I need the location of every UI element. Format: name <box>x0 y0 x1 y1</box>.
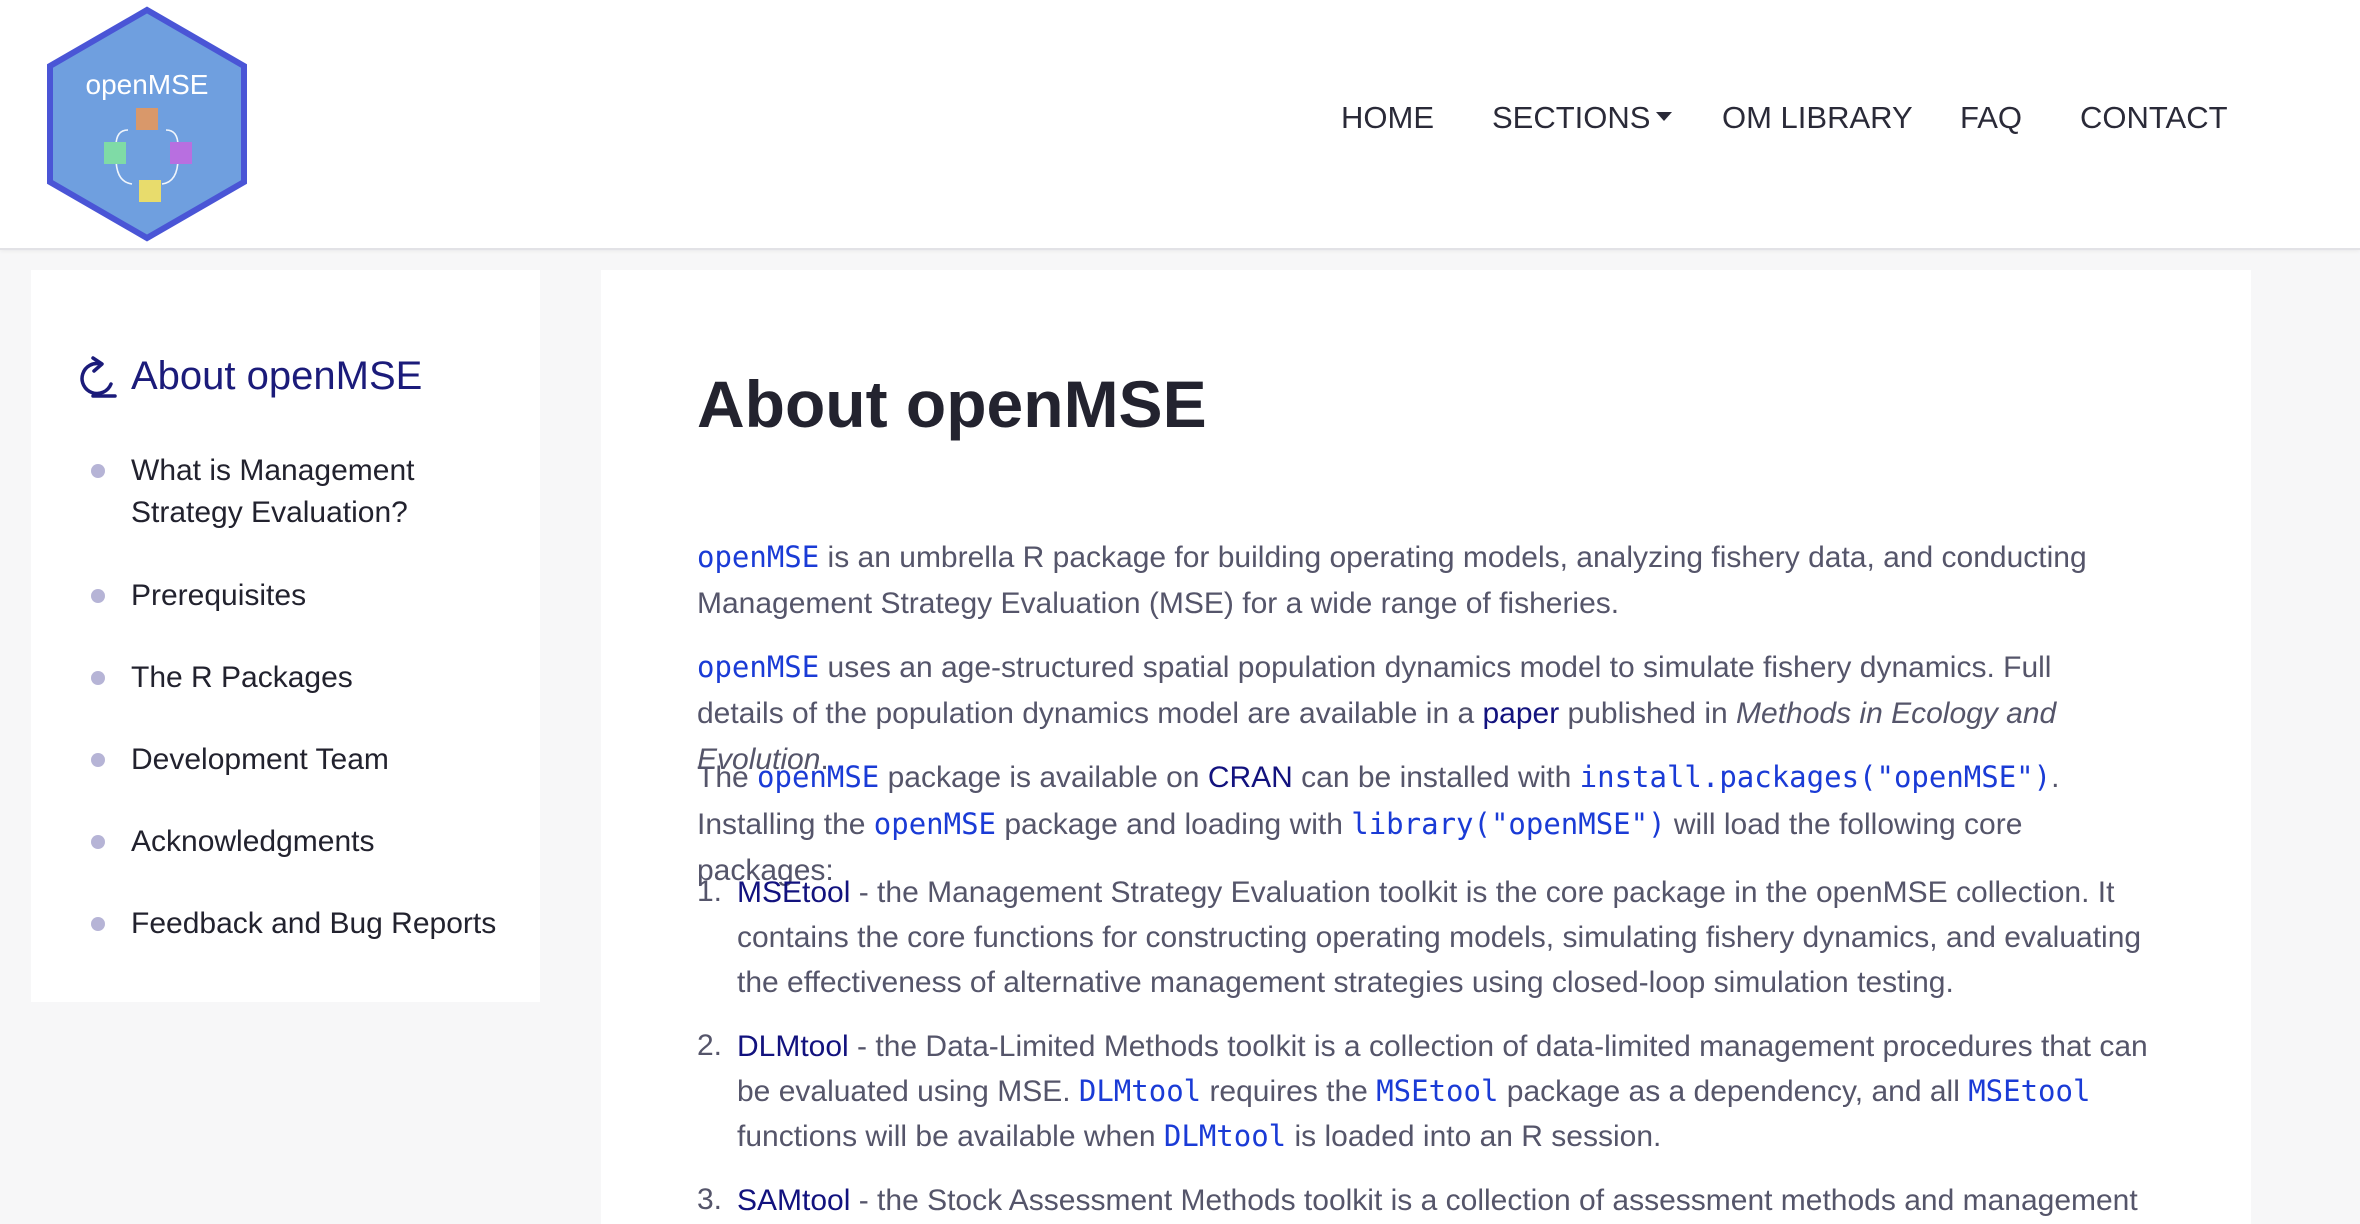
bullet-icon <box>91 753 105 767</box>
logo-text: openMSE <box>86 69 209 100</box>
inline-code: DLMtool <box>1078 1074 1202 1108</box>
refresh-icon <box>80 356 117 398</box>
paragraph-text: published in <box>1559 697 1737 730</box>
toc-sidebar: About openMSE What is Management Strateg… <box>31 270 540 1002</box>
inline-code: MSEtool <box>1968 1074 2091 1108</box>
toc-item-label: Development Team <box>131 743 389 776</box>
paragraph-text: can be installed with <box>1292 761 1580 794</box>
paragraph-text: package and loading with <box>996 808 1352 841</box>
nav-sections-label: SECTIONS <box>1492 100 1651 135</box>
paper-link[interactable]: paper <box>1482 697 1559 730</box>
list-number: 2. <box>697 1029 723 1062</box>
paragraph-text: is loaded into an R session. <box>1286 1120 1662 1153</box>
toc-item-label: The R Packages <box>131 661 353 694</box>
page-title: About openMSE <box>697 367 1207 441</box>
inline-code: install.packages("openMSE") <box>1579 760 2052 794</box>
list-item-text: MSEtool - the Management Strategy Evalua… <box>737 870 2157 1005</box>
paragraph-text: package as a dependency, and all <box>1498 1075 1969 1108</box>
bullet-icon <box>91 835 105 849</box>
inline-code: DLMtool <box>1163 1119 1287 1153</box>
toc-item-label: Feedback and Bug Reports <box>131 907 497 940</box>
paragraph-text: requires the <box>1201 1075 1377 1108</box>
dlmtool-link[interactable]: DLMtool <box>737 1030 849 1063</box>
list-number: 3. <box>697 1183 723 1216</box>
list-number: 1. <box>697 875 723 908</box>
toc-item-label: Acknowledgments <box>131 825 375 858</box>
paragraph-text: - the Management Strategy Evaluation too… <box>737 876 2142 999</box>
inline-code: MSEtool <box>1376 1074 1499 1108</box>
samtool-link[interactable]: SAMtool <box>737 1184 850 1217</box>
inline-code: openMSE <box>873 807 996 841</box>
inline-code: openMSE <box>697 650 820 684</box>
inline-code: openMSE <box>697 540 820 574</box>
paragraph-text: - the Stock Assessment Methods toolkit i… <box>850 1184 2138 1217</box>
toc-item-label: Prerequisites <box>131 579 307 612</box>
paragraph-text: functions will be available when <box>737 1120 1164 1153</box>
cran-link[interactable]: CRAN <box>1208 761 1293 794</box>
msetool-link[interactable]: MSEtool <box>737 876 850 909</box>
list-item-text: SAMtool - the Stock Assessment Methods t… <box>737 1178 2157 1223</box>
hexagon-logo-icon: openMSE <box>47 6 247 242</box>
list-item-text: DLMtool - the Data-Limited Methods toolk… <box>737 1024 2157 1159</box>
bullet-icon <box>91 464 105 478</box>
inline-code: library("openMSE") <box>1351 807 1666 841</box>
inline-code: openMSE <box>757 760 880 794</box>
bullet-icon <box>91 589 105 603</box>
toc-item-label: What is Management Strategy Evaluation? <box>131 454 415 529</box>
nav-om-library[interactable]: OM LIBRARY <box>1722 100 1913 136</box>
bullet-icon <box>91 671 105 685</box>
nav-faq[interactable]: FAQ <box>1960 100 2022 136</box>
intro-paragraph: openMSE is an umbrella R package for bui… <box>697 534 2137 627</box>
nav-sections[interactable]: SECTIONS <box>1492 100 1673 136</box>
site-header: openMSE HOME SECTIONS OM LIBRARY FAQ CON… <box>0 0 2360 250</box>
bullet-icon <box>91 917 105 931</box>
nav-contact[interactable]: CONTACT <box>2080 100 2228 136</box>
paragraph-text: is an umbrella R package for building op… <box>697 541 2087 620</box>
toc-title-label: About openMSE <box>131 354 423 398</box>
main-content: About openMSE openMSE is an umbrella R p… <box>601 270 2251 1224</box>
paragraph-text: The <box>697 761 758 794</box>
openmse-logo[interactable]: openMSE <box>44 6 250 242</box>
paragraph-text: package is available on <box>879 761 1208 794</box>
caret-down-icon <box>1656 112 1673 122</box>
nav-home[interactable]: HOME <box>1341 100 1434 136</box>
